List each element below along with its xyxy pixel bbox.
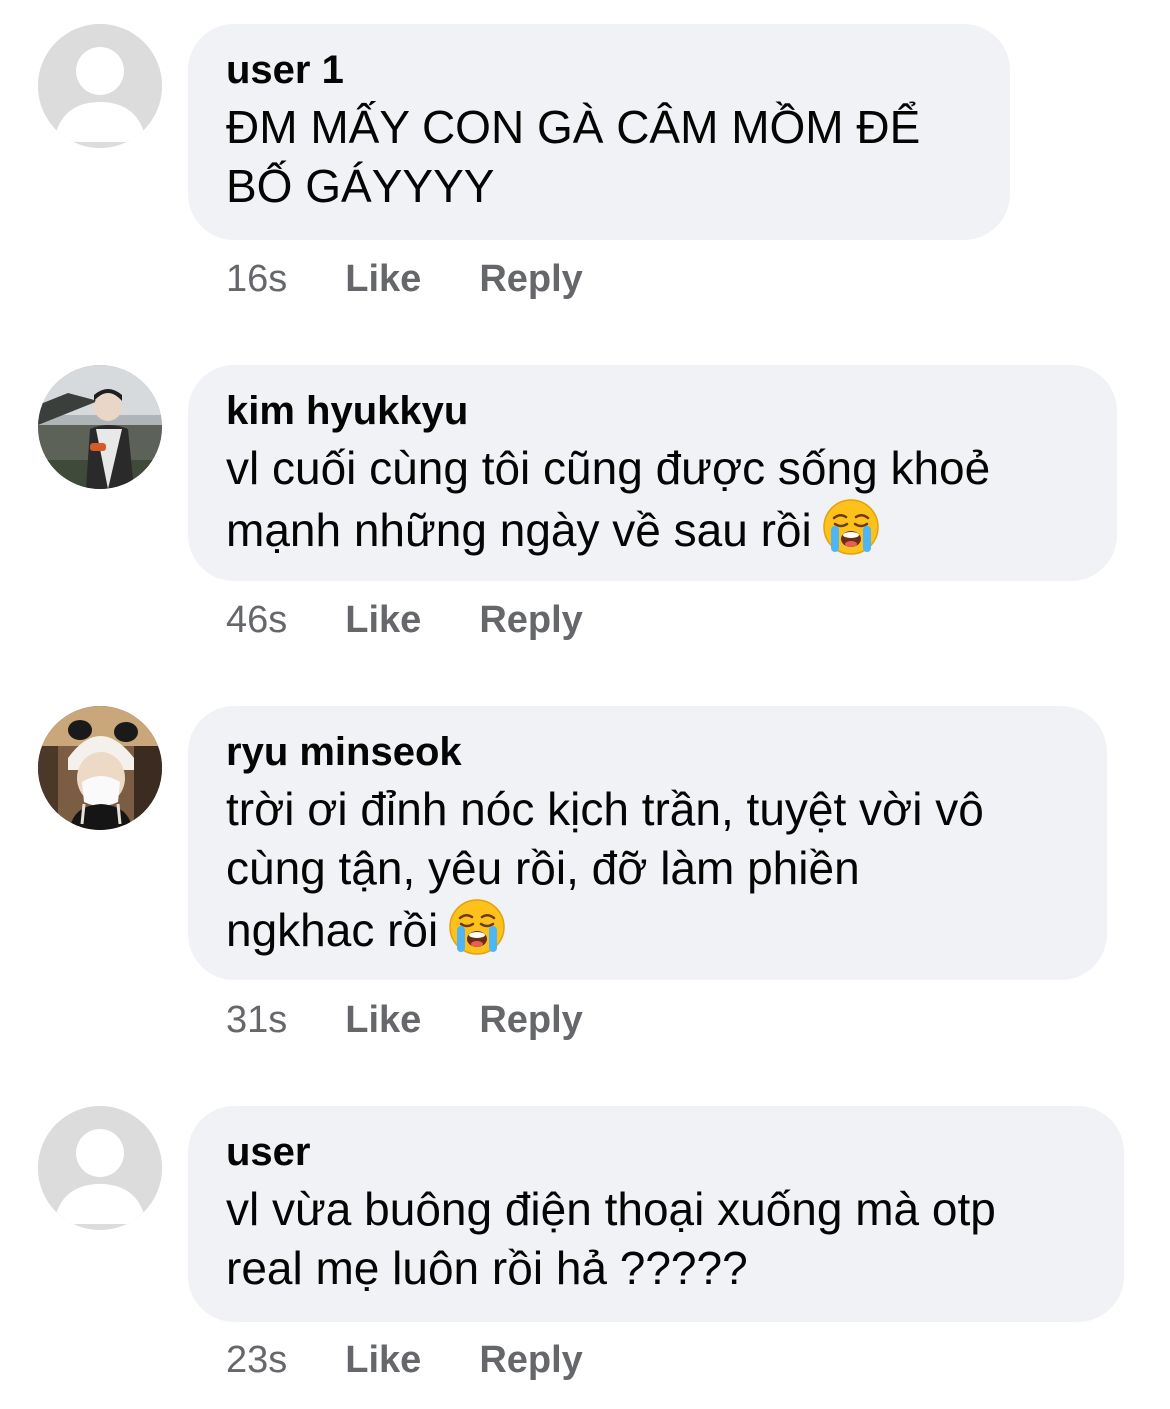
- comment-author[interactable]: user: [226, 1128, 1086, 1176]
- comment-text-line: vl vừa buông điện thoại xuống mà otp: [226, 1183, 996, 1235]
- comment-timestamp[interactable]: 31s: [226, 998, 287, 1042]
- reply-button[interactable]: Reply: [479, 598, 582, 642]
- comment-text-line: trời ơi đỉnh nóc kịch trần, tuyệt vời vô: [226, 783, 984, 835]
- comment-text-line-with-emoji: ngkhac rồi: [226, 898, 1069, 960]
- comment-actions: 23s Like Reply: [226, 1338, 583, 1382]
- comment-bubble[interactable]: user vl vừa buông điện thoại xuống mà ot…: [188, 1106, 1124, 1322]
- comment-timestamp[interactable]: 16s: [226, 257, 287, 301]
- default-avatar-icon[interactable]: [38, 1106, 162, 1230]
- user-avatar-photo[interactable]: [38, 365, 162, 489]
- comment-text-line: cùng tận, yêu rồi, đỡ làm phiền: [226, 842, 860, 894]
- comment-text: trời ơi đỉnh nóc kịch trần, tuyệt vời vô…: [226, 780, 1069, 960]
- comment-text: vl vừa buông điện thoại xuống mà otp rea…: [226, 1180, 1086, 1298]
- comment-text-line: ngkhac rồi: [226, 904, 439, 956]
- comment-timestamp[interactable]: 23s: [226, 1338, 287, 1382]
- comment-bubble[interactable]: kim hyukkyu vl cuối cùng tôi cũng được s…: [188, 365, 1117, 581]
- comment-timestamp[interactable]: 46s: [226, 598, 287, 642]
- comment-text-line: vl cuối cùng tôi cũng được sống khoẻ: [226, 442, 991, 494]
- comment-text-line: mạnh những ngày về sau rồi: [226, 504, 812, 556]
- comment-text: vl cuối cùng tôi cũng được sống khoẻ mạn…: [226, 439, 1079, 560]
- like-button[interactable]: Like: [345, 598, 421, 642]
- loudly-crying-face-icon: [448, 898, 506, 956]
- default-avatar-icon[interactable]: [38, 24, 162, 148]
- comment-text-line-with-emoji: mạnh những ngày về sau rồi: [226, 498, 1079, 560]
- like-button[interactable]: Like: [345, 257, 421, 301]
- comment-text-line: ĐM MẤY CON GÀ CÂM MỒM ĐỂ: [226, 101, 921, 153]
- reply-button[interactable]: Reply: [479, 998, 582, 1042]
- reply-button[interactable]: Reply: [479, 1338, 582, 1382]
- comment-author[interactable]: kim hyukkyu: [226, 387, 1079, 435]
- comment-author[interactable]: user 1: [226, 46, 972, 94]
- comment-actions: 46s Like Reply: [226, 598, 583, 642]
- comment-actions: 16s Like Reply: [226, 257, 583, 301]
- comment-text-line: BỐ GÁYYYY: [226, 160, 495, 212]
- comment-author[interactable]: ryu minseok: [226, 728, 1069, 776]
- like-button[interactable]: Like: [345, 1338, 421, 1382]
- comment-actions: 31s Like Reply: [226, 998, 583, 1042]
- reply-button[interactable]: Reply: [479, 257, 582, 301]
- comment-text-line: real mẹ luôn rồi hả ?????: [226, 1242, 748, 1294]
- comment-bubble[interactable]: user 1 ĐM MẤY CON GÀ CÂM MỒM ĐỂ BỐ GÁYYY…: [188, 24, 1010, 240]
- loudly-crying-face-icon: [822, 498, 880, 556]
- comment-text: ĐM MẤY CON GÀ CÂM MỒM ĐỂ BỐ GÁYYYY: [226, 98, 972, 216]
- user-avatar-photo[interactable]: [38, 706, 162, 830]
- comment-bubble[interactable]: ryu minseok trời ơi đỉnh nóc kịch trần, …: [188, 706, 1107, 980]
- like-button[interactable]: Like: [345, 998, 421, 1042]
